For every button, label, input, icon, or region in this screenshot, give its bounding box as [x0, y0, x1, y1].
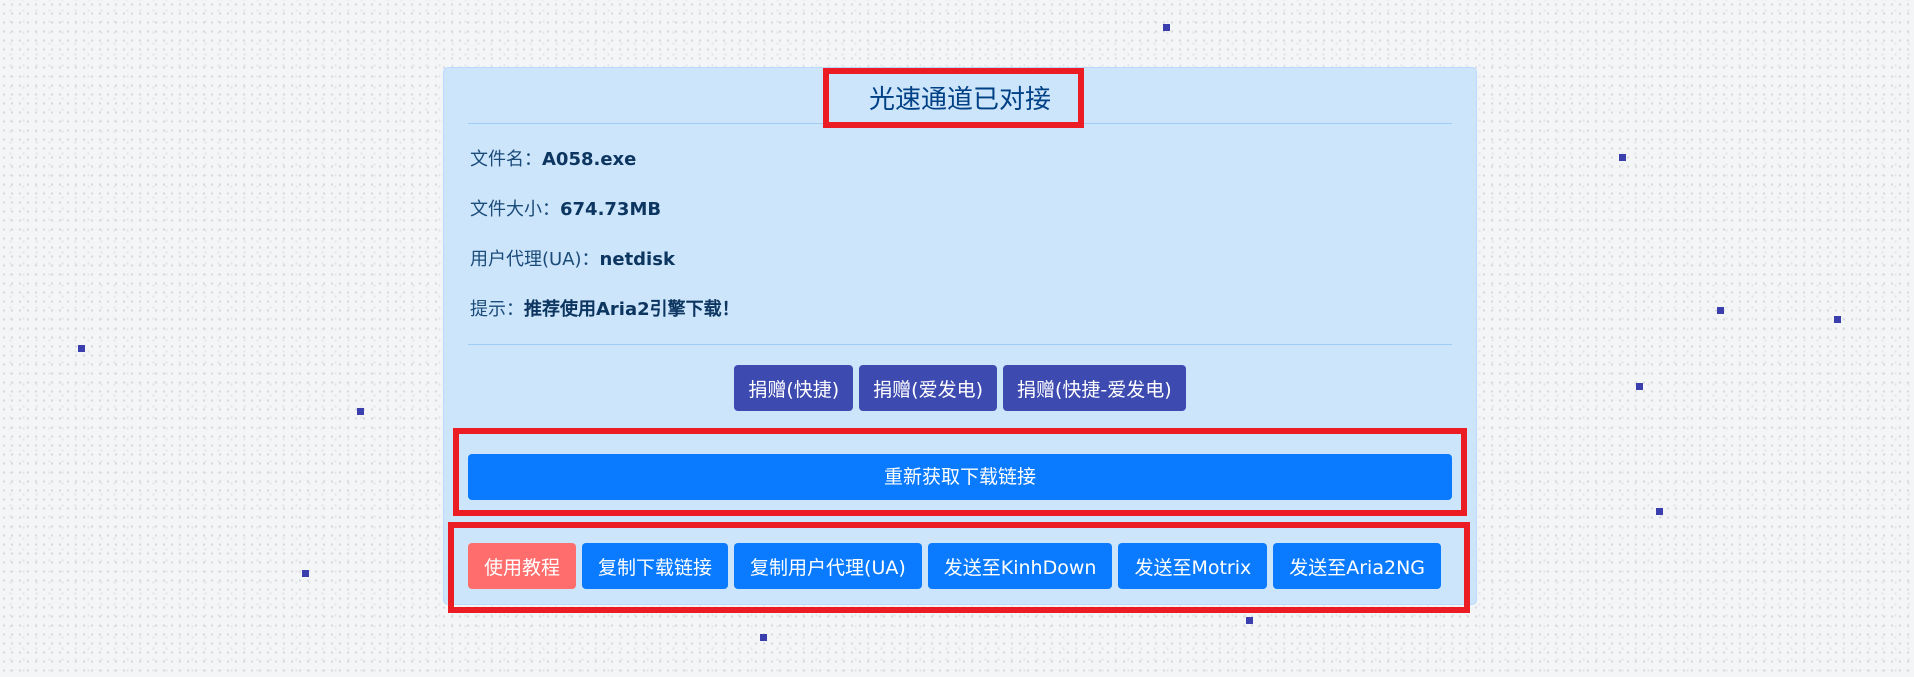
copy-user-agent-button[interactable]: 复制用户代理(UA) [734, 543, 922, 589]
download-panel: 光速通道已对接 文件名：A058.exe 文件大小：674.73MB 用户代理(… [443, 67, 1477, 605]
filesize-label: 文件大小： [470, 199, 560, 220]
page-title: 光速通道已对接 [868, 85, 1051, 115]
background-dot [1619, 154, 1626, 161]
background-dot [1246, 617, 1253, 624]
background-dot [760, 634, 767, 641]
donate-quick-afdian-button[interactable]: 捐赠(快捷-爱发电) [1002, 365, 1186, 411]
send-to-motrix-button[interactable]: 发送至Motrix [1118, 543, 1268, 589]
user-agent-label: 用户代理(UA)： [470, 249, 600, 270]
donate-afdian-button[interactable]: 捐赠(爱发电) [859, 365, 997, 411]
tip-value: 推荐使用Aria2引擎下载！ [524, 299, 740, 320]
tip-label: 提示： [470, 299, 524, 320]
donate-button-group: 捐赠(快捷) 捐赠(爱发电) 捐赠(快捷-爱发电) [444, 365, 1476, 411]
filename-value: A058.exe [542, 149, 637, 170]
divider [468, 344, 1452, 345]
background-dot [1636, 383, 1643, 390]
tutorial-button[interactable]: 使用教程 [468, 543, 577, 589]
action-button-group: 使用教程 复制下载链接 复制用户代理(UA) 发送至KinhDown 发送至Mo… [468, 543, 1452, 589]
background-dot [1717, 307, 1724, 314]
send-to-kinhdown-button[interactable]: 发送至KinhDown [927, 543, 1113, 589]
send-to-aria2ng-button[interactable]: 发送至Aria2NG [1273, 543, 1442, 589]
copy-download-link-button[interactable]: 复制下载链接 [582, 543, 729, 589]
divider [468, 123, 1452, 124]
background-dot [1163, 24, 1170, 31]
tip-row: 提示：推荐使用Aria2引擎下载！ [470, 298, 740, 322]
filename-label: 文件名： [470, 149, 542, 170]
background-dot [1656, 508, 1663, 515]
filename-row: 文件名：A058.exe [470, 148, 636, 172]
background-dot [1834, 316, 1841, 323]
donate-quick-button[interactable]: 捐赠(快捷) [734, 365, 854, 411]
filesize-value: 674.73MB [560, 199, 662, 220]
background-dot [78, 345, 85, 352]
filesize-row: 文件大小：674.73MB [470, 198, 661, 222]
refresh-download-link-button[interactable]: 重新获取下载链接 [468, 454, 1452, 500]
background-dot [302, 570, 309, 577]
background-dot [357, 408, 364, 415]
user-agent-row: 用户代理(UA)：netdisk [470, 248, 675, 272]
user-agent-value: netdisk [599, 249, 675, 270]
